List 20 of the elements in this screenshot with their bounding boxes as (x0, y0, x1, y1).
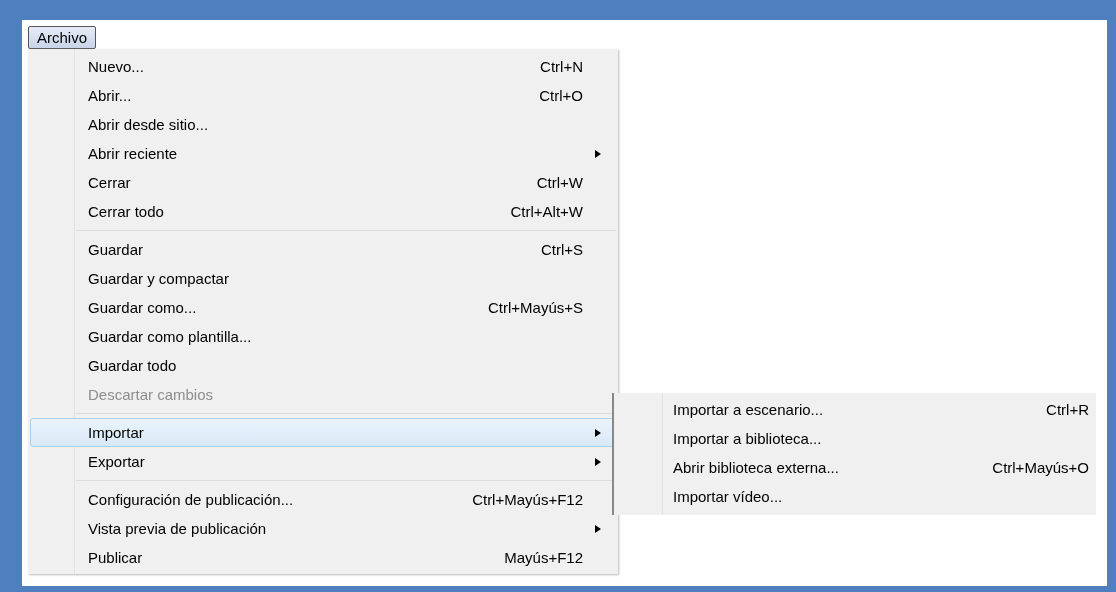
menu-item[interactable]: Nuevo... Ctrl+N (30, 52, 616, 81)
menu-item[interactable]: Importar vídeo... (616, 482, 1094, 511)
menu-item[interactable]: Abrir... Ctrl+O (30, 81, 616, 110)
menu-item[interactable]: Exportar (30, 447, 616, 476)
menu-item[interactable]: Vista previa de publicación (30, 514, 616, 543)
menu-item[interactable]: Configuración de publicación... Ctrl+Mayús+F12 (30, 485, 616, 514)
menu-item[interactable]: Publicar Mayús+F12 (30, 543, 616, 572)
menu-item[interactable]: Guardar como... Ctrl+Mayús+S (30, 293, 616, 322)
menu-bar-item[interactable]: Archivo (28, 26, 97, 49)
menu-item[interactable]: Abrir biblioteca externa... Ctrl+Mayús+O (616, 453, 1094, 482)
menu-item[interactable]: Importar a escenario... Ctrl+R (616, 395, 1094, 424)
menu-item[interactable]: Abrir desde sitio... (30, 110, 616, 139)
menu-item[interactable]: Guardar como plantilla... (30, 322, 616, 351)
menu-item[interactable]: Importar a biblioteca... (616, 424, 1094, 453)
menu-item[interactable]: Guardar y compactar (30, 264, 616, 293)
menu-item[interactable]: Guardar todo (30, 351, 616, 380)
menu-item[interactable]: Guardar Ctrl+S (30, 235, 616, 264)
menu-item[interactable]: Cerrar Ctrl+W (30, 168, 616, 197)
menu-item[interactable]: Cerrar todo Ctrl+Alt+W (30, 197, 616, 226)
menu-item[interactable]: Abrir reciente (30, 139, 616, 168)
